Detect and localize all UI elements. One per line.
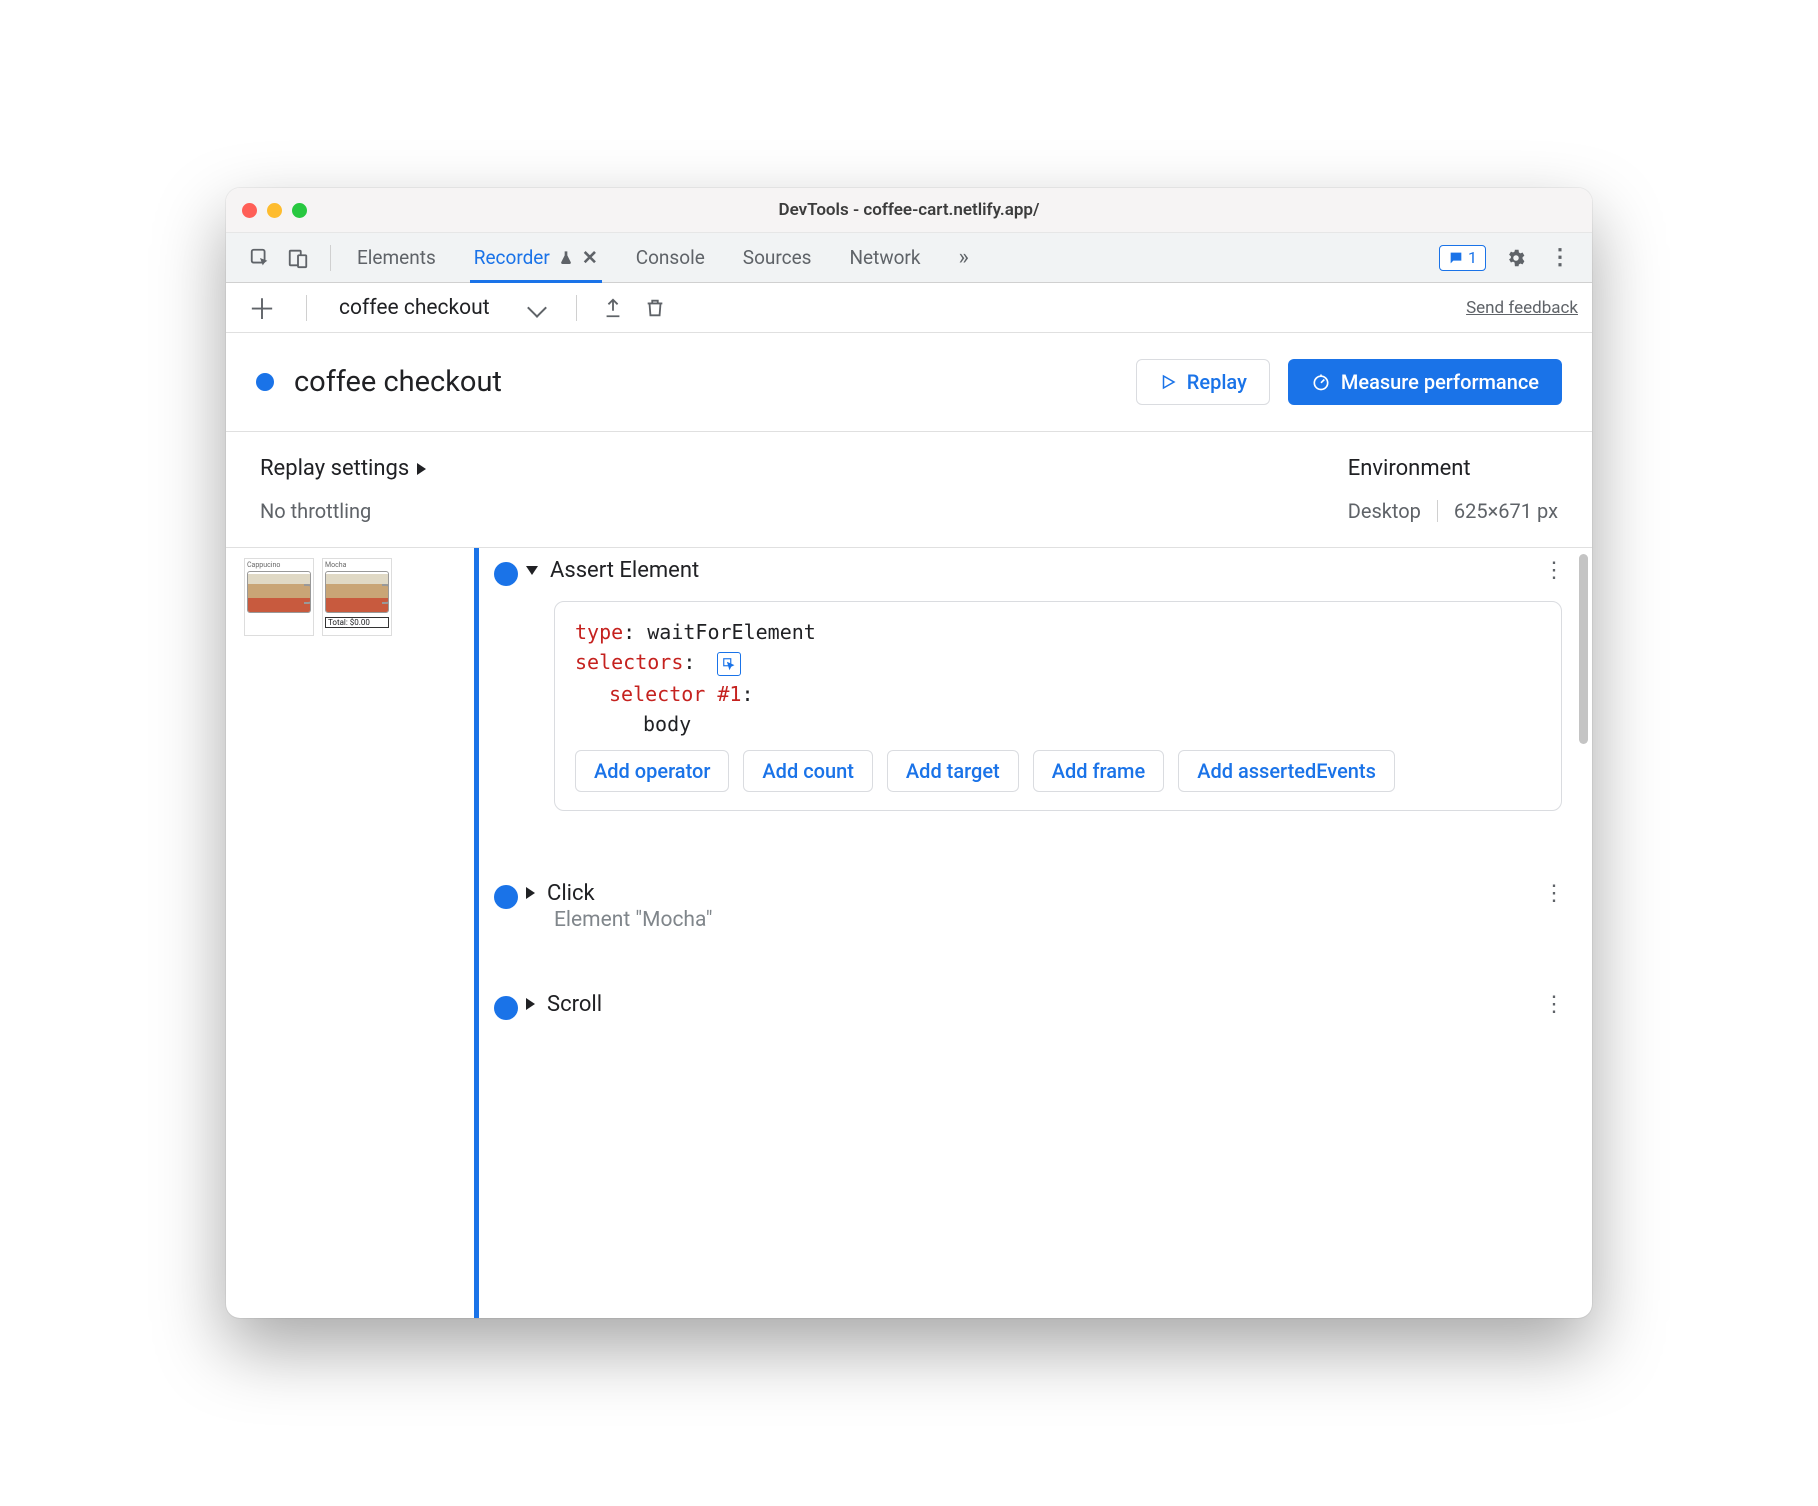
throttling-value: No throttling xyxy=(260,499,426,523)
panel-tabs: Elements Recorder ✕ Console Sources Netw… xyxy=(353,233,973,282)
step-menu-icon[interactable]: ⋮ xyxy=(1543,881,1562,906)
tab-recorder[interactable]: Recorder ✕ xyxy=(470,233,602,283)
minimize-window-button[interactable] xyxy=(267,203,282,218)
add-assertedevents-button[interactable]: Add assertedEvents xyxy=(1178,750,1395,792)
step-dot-icon xyxy=(494,996,518,1020)
thumb-label: Mocha xyxy=(325,561,389,569)
tab-label: Network xyxy=(849,246,920,269)
step-scroll: Scroll ⋮ xyxy=(456,992,1562,1017)
tab-label: Sources xyxy=(743,246,812,269)
messages-count: 1 xyxy=(1468,248,1477,267)
recorder-toolbar: ＋ coffee checkout Send feedback xyxy=(226,283,1592,333)
step-title: Scroll xyxy=(547,992,602,1017)
tab-label: Console xyxy=(636,246,705,269)
chevron-right-icon xyxy=(417,463,426,475)
tab-network[interactable]: Network xyxy=(845,233,924,282)
device-value: Desktop xyxy=(1348,499,1421,523)
chevron-down-icon xyxy=(526,566,538,575)
code-key: type xyxy=(575,620,623,644)
divider xyxy=(1437,500,1438,522)
settings-icon[interactable] xyxy=(1502,244,1530,272)
step-dot-icon xyxy=(494,562,518,586)
traffic-lights xyxy=(242,203,307,218)
step-header[interactable]: Assert Element ⋮ xyxy=(526,558,1562,583)
step-subtitle: Element "Mocha" xyxy=(526,908,1562,932)
replay-button[interactable]: Replay xyxy=(1136,359,1270,405)
step-thumbnail[interactable]: Mocha Total: $0.00 xyxy=(322,558,392,636)
replay-settings-toggle[interactable]: Replay settings xyxy=(260,456,426,481)
inspect-element-icon[interactable] xyxy=(246,244,274,272)
step-menu-icon[interactable]: ⋮ xyxy=(1543,992,1562,1017)
titlebar: DevTools - coffee-cart.netlify.app/ xyxy=(226,188,1592,233)
scrollbar[interactable] xyxy=(1579,554,1588,744)
measure-button-label: Measure performance xyxy=(1341,370,1539,394)
replay-button-label: Replay xyxy=(1187,370,1247,394)
step-dot-icon xyxy=(494,885,518,909)
delete-icon[interactable] xyxy=(641,294,669,322)
viewport-value: 625×671 px xyxy=(1454,499,1558,523)
thumb-total: Total: $0.00 xyxy=(325,617,389,628)
chevron-right-icon xyxy=(526,998,535,1010)
tab-console[interactable]: Console xyxy=(632,233,709,282)
messages-badge[interactable]: 1 xyxy=(1439,245,1486,271)
status-dot-icon xyxy=(256,373,274,391)
recording-header: coffee checkout Replay Measure performan… xyxy=(226,333,1592,432)
step-header[interactable]: Click ⋮ xyxy=(526,881,1562,906)
divider xyxy=(306,295,307,321)
tab-overflow[interactable]: » xyxy=(955,233,973,282)
replay-settings-label: Replay settings xyxy=(260,456,409,481)
step-body: type: waitForElement selectors: selector… xyxy=(554,601,1562,811)
device-toolbar-icon[interactable] xyxy=(284,244,312,272)
recording-selector[interactable]: coffee checkout xyxy=(329,296,554,320)
element-picker-icon[interactable] xyxy=(717,652,741,676)
tabs-bar: Elements Recorder ✕ Console Sources Netw… xyxy=(226,233,1592,283)
code-key: selectors xyxy=(575,650,683,674)
step-click: Click ⋮ Element "Mocha" xyxy=(456,881,1562,932)
tab-sources[interactable]: Sources xyxy=(739,233,816,282)
close-window-button[interactable] xyxy=(242,203,257,218)
step-menu-icon[interactable]: ⋮ xyxy=(1543,558,1562,583)
more-icon[interactable]: ⋮ xyxy=(1546,244,1574,272)
code-value: waitForElement xyxy=(647,620,816,644)
step-assert-element: Assert Element ⋮ type: waitForElement se… xyxy=(456,558,1562,811)
add-target-button[interactable]: Add target xyxy=(887,750,1019,792)
tab-elements[interactable]: Elements xyxy=(353,233,440,282)
devtools-window: DevTools - coffee-cart.netlify.app/ Elem… xyxy=(226,188,1592,1318)
add-frame-button[interactable]: Add frame xyxy=(1033,750,1164,792)
chevron-right-icon xyxy=(526,887,535,899)
timeline[interactable]: Assert Element ⋮ type: waitForElement se… xyxy=(426,548,1592,1318)
step-title: Click xyxy=(547,881,595,906)
close-tab-icon[interactable]: ✕ xyxy=(582,246,598,269)
tab-label: Recorder xyxy=(474,246,550,269)
chevron-down-icon xyxy=(527,298,547,318)
divider xyxy=(330,245,331,271)
maximize-window-button[interactable] xyxy=(292,203,307,218)
step-title: Assert Element xyxy=(550,558,699,583)
flask-icon xyxy=(558,250,574,266)
timeline-area: Cappucino Mocha Total: $0.00 Assert Elem… xyxy=(226,548,1592,1318)
tab-label: Elements xyxy=(357,246,436,269)
add-operator-button[interactable]: Add operator xyxy=(575,750,729,792)
window-title: DevTools - coffee-cart.netlify.app/ xyxy=(242,200,1576,220)
code-value[interactable]: body xyxy=(643,712,691,736)
export-icon[interactable] xyxy=(599,294,627,322)
new-recording-button[interactable]: ＋ xyxy=(240,288,284,328)
recording-name: coffee checkout xyxy=(339,296,490,320)
environment-label: Environment xyxy=(1348,456,1558,481)
add-count-button[interactable]: Add count xyxy=(743,750,872,792)
step-header[interactable]: Scroll ⋮ xyxy=(526,992,1562,1017)
thumbnail-column: Cappucino Mocha Total: $0.00 xyxy=(226,548,426,1318)
code-key: selector #1 xyxy=(609,682,741,706)
thumb-label: Cappucino xyxy=(247,561,311,569)
send-feedback-link[interactable]: Send feedback xyxy=(1466,298,1578,318)
recording-title: coffee checkout xyxy=(294,365,502,399)
measure-performance-button[interactable]: Measure performance xyxy=(1288,359,1562,405)
step-thumbnail[interactable]: Cappucino xyxy=(244,558,314,636)
settings-row: Replay settings No throttling Environmen… xyxy=(226,432,1592,548)
divider xyxy=(576,295,577,321)
